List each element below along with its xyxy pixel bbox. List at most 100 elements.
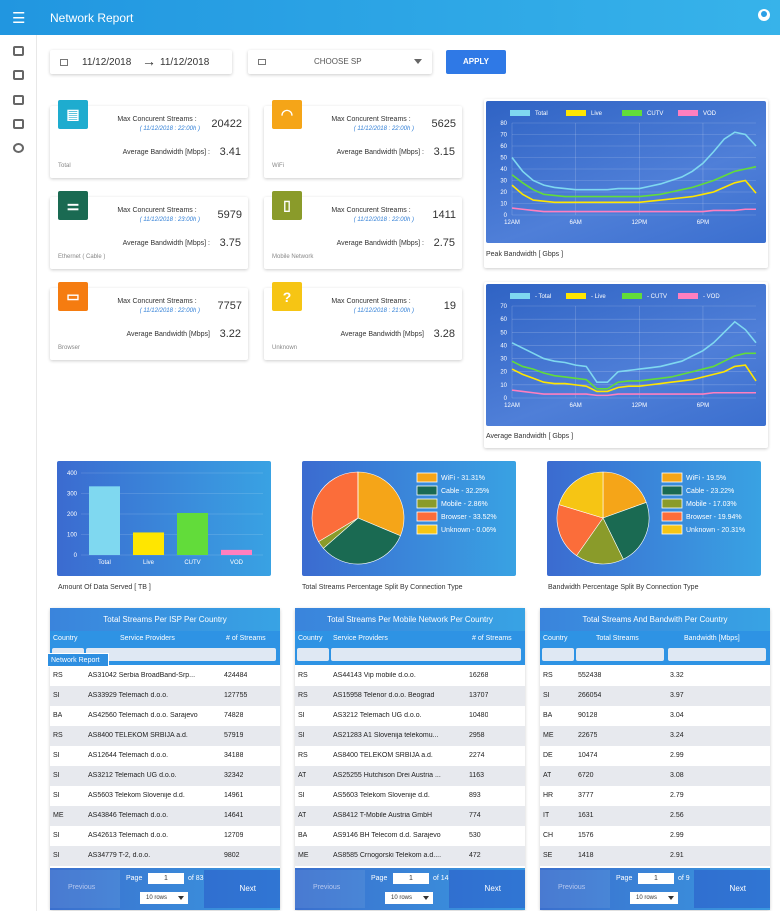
previous-button[interactable]: Previous bbox=[558, 884, 585, 891]
max-streams-label: Max Concurent Streams : bbox=[117, 298, 197, 305]
legend-label: Mobile - 2.86% bbox=[441, 501, 488, 508]
date-range-picker[interactable]: 11/12/2018 → 11/12/2018 bbox=[50, 50, 232, 74]
table-row[interactable]: ME AS43846 Telemach d.o.o. 14641 bbox=[50, 806, 280, 826]
apply-button[interactable]: APPLY bbox=[446, 50, 506, 74]
previous-button[interactable]: Previous bbox=[68, 884, 95, 891]
hamburger-menu-icon[interactable]: ☰ bbox=[12, 9, 25, 27]
table-row[interactable]: AT 6720 3.08 bbox=[540, 766, 770, 786]
streams-split-chart-bg: WiFi - 31.31% Cable - 32.25% Mobile - 2.86… bbox=[302, 461, 516, 576]
card-name: Browser bbox=[58, 345, 81, 351]
table-row[interactable]: AT AS8412 T-Mobile Austria GmbH 774 bbox=[295, 806, 525, 826]
page-number-input[interactable]: 1 bbox=[638, 873, 674, 884]
table-row[interactable]: ME AS8585 Crnogorski Telekom a.d.... 472 bbox=[295, 846, 525, 866]
next-button[interactable]: Next bbox=[730, 884, 746, 893]
table-row[interactable]: SI AS21283 A1 Slovenija telekomu... 2958 bbox=[295, 726, 525, 746]
column-header[interactable]: Country bbox=[543, 635, 568, 642]
table-cell: 14961 bbox=[224, 792, 244, 799]
card-name: Total bbox=[58, 163, 71, 169]
table-row[interactable]: IT 1631 2.56 bbox=[540, 806, 770, 826]
max-streams-label: Max Concurent Streams : bbox=[117, 116, 197, 123]
date-from[interactable]: 11/12/2018 bbox=[82, 57, 131, 68]
table-cell: AS21283 A1 Slovenija telekomu... bbox=[333, 732, 439, 739]
table-row[interactable]: CH 1576 2.99 bbox=[540, 826, 770, 846]
table-cell: AT bbox=[543, 772, 552, 779]
table-row[interactable]: RS AS15958 Telenor d.o.o. Beograd 13707 bbox=[295, 686, 525, 706]
table-row[interactable]: RS AS44143 Vip mobile d.o.o. 16268 bbox=[295, 666, 525, 686]
sp-select[interactable]: CHOOSE SP bbox=[248, 50, 432, 74]
column-header[interactable]: Service Providers bbox=[120, 635, 175, 642]
table-row[interactable]: AT AS25255 Hutchison Drei Austria ... 1163 bbox=[295, 766, 525, 786]
table-row[interactable]: RS AS8400 TELEKOM SRBIJA a.d. 2274 bbox=[295, 746, 525, 766]
next-button[interactable]: Next bbox=[240, 884, 256, 893]
table-row[interactable]: SI AS3212 Telemach UG d.o.o. 32342 bbox=[50, 766, 280, 786]
y-tick-label: 80 bbox=[500, 121, 507, 127]
column-filter-input[interactable] bbox=[423, 648, 521, 661]
table-row[interactable]: BA AS9146 BH Telecom d.d. Sarajevo 530 bbox=[295, 826, 525, 846]
legend-label: Mobile - 17.03% bbox=[686, 501, 737, 508]
rows-per-page-select[interactable]: 10 rows bbox=[385, 892, 433, 904]
rows-per-page-select[interactable]: 10 rows bbox=[630, 892, 678, 904]
table-cell: AT bbox=[298, 812, 307, 819]
dashboard-icon[interactable] bbox=[13, 46, 24, 56]
table-row[interactable]: BA AS42560 Telemach d.o.o. Sarajevo 74828 bbox=[50, 706, 280, 726]
table-row[interactable]: SI AS5603 Telekom Slovenije d.d. 893 bbox=[295, 786, 525, 806]
table-row[interactable]: RS AS8400 TELEKOM SRBIJA a.d. 57919 bbox=[50, 726, 280, 746]
table-cell: SI bbox=[53, 832, 60, 839]
column-filter-input[interactable] bbox=[162, 648, 276, 661]
column-header[interactable]: Country bbox=[53, 635, 78, 642]
column-filter-input[interactable] bbox=[297, 648, 329, 661]
next-button[interactable]: Next bbox=[485, 884, 501, 893]
devices-icon[interactable] bbox=[13, 70, 24, 80]
table-row[interactable]: DE 10474 2.99 bbox=[540, 746, 770, 766]
column-header[interactable]: # of Streams bbox=[472, 635, 512, 642]
average-bandwidth-chart: 70 60 50 40 30 20 10 012AM 6AM 12PM 6PM - Total - Li… bbox=[500, 293, 757, 409]
legend-swatch bbox=[416, 472, 438, 483]
legend-swatch bbox=[661, 511, 683, 522]
table-cell: BA bbox=[53, 712, 63, 719]
avg-bandwidth-label: Average Bandwidth [Mbps] bbox=[340, 331, 424, 338]
table-row[interactable]: ME 22675 3.24 bbox=[540, 726, 770, 746]
table-cell: ME bbox=[298, 852, 309, 859]
table-cell: AS34779 T-2, d.o.o. bbox=[88, 852, 151, 859]
clipboard-icon[interactable] bbox=[13, 119, 24, 129]
table-row[interactable]: RS 552438 3.32 bbox=[540, 666, 770, 686]
table-row[interactable]: SI AS34779 T-2, d.o.o. 9802 bbox=[50, 846, 280, 866]
table-row[interactable]: SI AS5603 Telekom Slovenije d.d. 14961 bbox=[50, 786, 280, 806]
account-icon[interactable] bbox=[758, 9, 770, 21]
table-row[interactable]: HR 3777 2.79 bbox=[540, 786, 770, 806]
page-number-input[interactable]: 1 bbox=[148, 873, 184, 884]
table-row[interactable]: BA 90128 3.04 bbox=[540, 706, 770, 726]
rows-per-page-select[interactable]: 10 rows bbox=[140, 892, 188, 904]
column-headers: Country Service Providers # of Streams bbox=[295, 631, 525, 665]
calendar-icon bbox=[60, 59, 68, 66]
cast-icon[interactable] bbox=[13, 95, 24, 105]
y-tick-label: 0 bbox=[504, 213, 508, 219]
table-cell: AT bbox=[298, 772, 307, 779]
table-row[interactable]: SI AS42613 Telemach d.o.o. 12709 bbox=[50, 826, 280, 846]
average-bandwidth-panel: 70 60 50 40 30 20 10 0 12AM 6AM 12PM 6PM - Total - Li… bbox=[484, 282, 768, 448]
column-filter-input[interactable] bbox=[576, 648, 664, 661]
table-row[interactable]: SI AS33929 Telemach d.o.o. 127755 bbox=[50, 686, 280, 706]
column-header[interactable]: Service Providers bbox=[333, 635, 388, 642]
max-streams-value: 20422 bbox=[211, 118, 242, 130]
column-header[interactable]: Total Streams bbox=[596, 635, 639, 642]
app-title: Network Report bbox=[50, 11, 134, 25]
peak-bandwidth-chart: 80 70 60 50 40 30 20 10 012AM 6AM 12PM 6PM Total Live… bbox=[500, 110, 757, 226]
date-to[interactable]: 11/12/2018 bbox=[160, 57, 209, 68]
people-icon[interactable] bbox=[13, 143, 24, 153]
previous-button[interactable]: Previous bbox=[313, 884, 340, 891]
column-header[interactable]: Country bbox=[298, 635, 323, 642]
table-row[interactable]: SI AS12644 Telemach d.o.o. 34188 bbox=[50, 746, 280, 766]
legend-label: Total bbox=[535, 111, 548, 117]
column-header[interactable]: Bandwidth [Mbps] bbox=[684, 635, 740, 642]
table-row[interactable]: SE 1418 2.91 bbox=[540, 846, 770, 866]
column-header[interactable]: # of Streams bbox=[226, 635, 266, 642]
table-row[interactable]: RS AS31042 Serbia BroadBand-Srp... 424484 bbox=[50, 666, 280, 686]
table-cell: AS15958 Telenor d.o.o. Beograd bbox=[333, 692, 435, 699]
legend-label: Browser - 19.94% bbox=[686, 514, 742, 521]
table-row[interactable]: SI 266054 3.97 bbox=[540, 686, 770, 706]
column-filter-input[interactable] bbox=[668, 648, 766, 661]
table-row[interactable]: SI AS3212 Telemach UG d.o.o. 10480 bbox=[295, 706, 525, 726]
column-filter-input[interactable] bbox=[542, 648, 574, 661]
page-number-input[interactable]: 1 bbox=[393, 873, 429, 884]
